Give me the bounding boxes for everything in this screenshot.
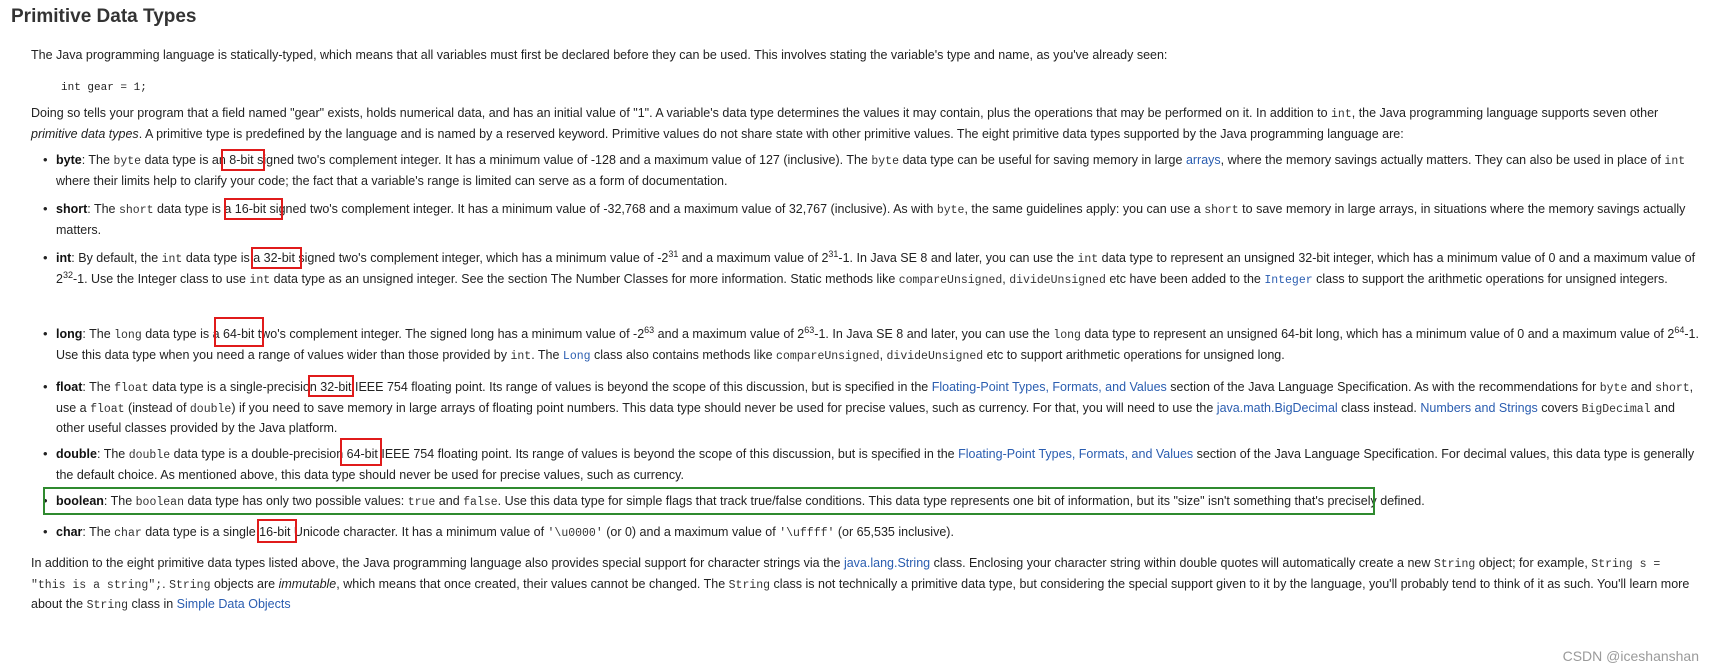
bullet-icon: •	[43, 201, 48, 216]
bullet-icon: •	[43, 524, 48, 539]
floating-point-types-link-2[interactable]: Floating-Point Types, Formats, and Value…	[958, 447, 1193, 461]
java-lang-string-link[interactable]: java.lang.String	[844, 556, 930, 570]
intro-paragraph-2: Doing so tells your program that a field…	[31, 106, 1659, 141]
list-item-long: • long: The long data type is a 64-bit t…	[43, 325, 1699, 363]
bullet-icon: •	[43, 493, 48, 508]
intro-text: The Java programming language is statica…	[31, 48, 1168, 62]
bullet-icon: •	[43, 446, 48, 461]
list-item-short: • short: The short data type is a 16-bit…	[43, 201, 1686, 237]
arrays-link[interactable]: arrays	[1186, 153, 1221, 167]
bullet-icon: •	[43, 250, 48, 265]
outro-paragraph: In addition to the eight primitive data …	[31, 556, 1690, 613]
page-title: Primitive Data Types	[11, 6, 197, 27]
long-class-link[interactable]: Long	[563, 350, 591, 363]
list-item-boolean: • boolean: The boolean data type has onl…	[43, 493, 1425, 509]
code-example: int gear = 1;	[61, 82, 147, 94]
bullet-icon: •	[43, 379, 48, 394]
list-item-int: • int: By default, the int data type is …	[43, 249, 1696, 287]
list-item-byte: • byte: The byte data type is an 8-bit s…	[43, 152, 1686, 188]
intro-paragraph: The Java programming language is statica…	[31, 46, 1699, 65]
list-item-char: • char: The char data type is a single 1…	[43, 524, 954, 540]
numbers-and-strings-link[interactable]: Numbers and Strings	[1420, 401, 1537, 415]
floating-point-types-link[interactable]: Floating-Point Types, Formats, and Value…	[932, 380, 1167, 394]
list-item-double: • double: The double data type is a doub…	[43, 446, 1695, 482]
bigdecimal-link[interactable]: java.math.BigDecimal	[1217, 401, 1338, 415]
simple-data-objects-link[interactable]: Simple Data Objects	[177, 597, 291, 611]
bullet-icon: •	[43, 152, 48, 167]
integer-class-link[interactable]: Integer	[1264, 274, 1312, 287]
list-item-float: • float: The float data type is a single…	[43, 379, 1694, 436]
bullet-icon: •	[43, 326, 48, 341]
watermark: CSDN @iceshanshan	[1562, 648, 1699, 664]
